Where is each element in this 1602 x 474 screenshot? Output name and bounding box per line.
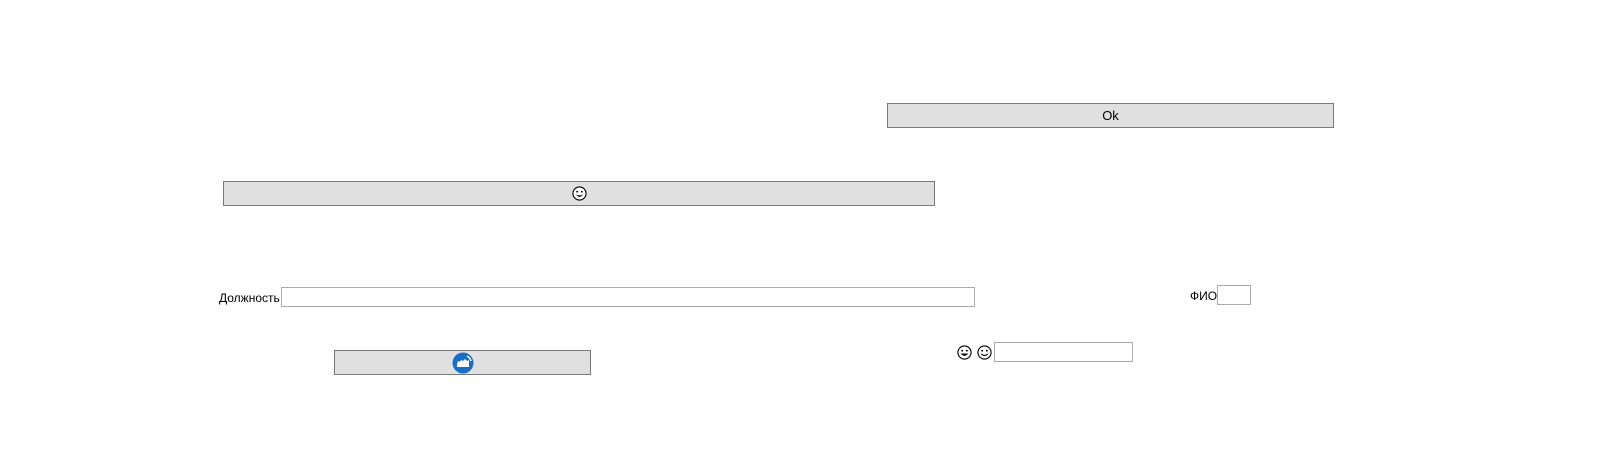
- fio-input[interactable]: [1217, 285, 1251, 305]
- blue-circle-logo-icon: [452, 352, 473, 373]
- ok-button-label: Ok: [1102, 108, 1119, 123]
- emoji-text-input[interactable]: [994, 342, 1133, 362]
- fio-label: ФИО: [1190, 289, 1218, 303]
- grinning-face-icon: [957, 345, 972, 360]
- smiling-face-icon: [977, 345, 992, 360]
- ok-button[interactable]: Ok: [887, 103, 1334, 128]
- emoji-button[interactable]: [223, 181, 935, 206]
- position-input[interactable]: [281, 287, 975, 307]
- form-canvas: Ok Должность ФИО: [0, 0, 1602, 474]
- image-button[interactable]: [334, 350, 591, 375]
- position-label: Должность: [219, 291, 280, 305]
- grinning-face-icon: [571, 186, 587, 201]
